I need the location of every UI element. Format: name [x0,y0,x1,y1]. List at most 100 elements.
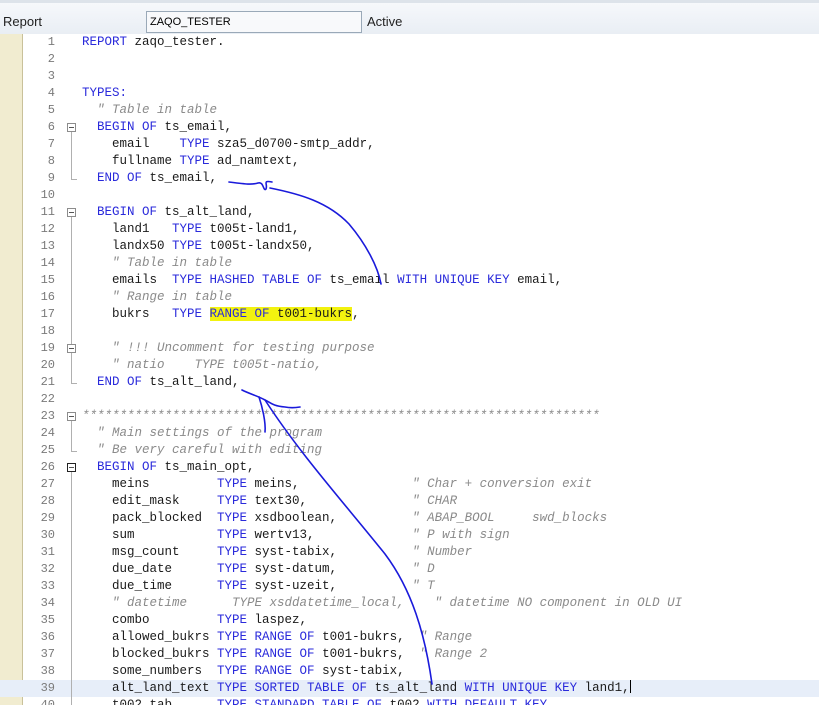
code-line[interactable]: 5 " Table in table [0,102,819,119]
code-line[interactable]: 11 BEGIN OF ts_alt_land, [0,204,819,221]
code-line[interactable]: 31 msg_count TYPE syst-tabix, " Number [0,544,819,561]
code-line[interactable]: 38 some_numbers TYPE RANGE OF syst-tabix… [0,663,819,680]
code-line[interactable]: 25 " Be very careful with editing [0,442,819,459]
code-text[interactable]: BEGIN OF ts_alt_land, [82,204,255,221]
code-text[interactable]: msg_count TYPE syst-tabix, " Number [82,544,472,561]
code-text[interactable]: BEGIN OF ts_main_opt, [82,459,255,476]
code-text[interactable]: " natio TYPE t005t-natio, [82,357,322,374]
code-line[interactable]: 8 fullname TYPE ad_namtext, [0,153,819,170]
code-text[interactable]: BEGIN OF ts_email, [82,119,232,136]
code-line[interactable]: 22 [0,391,819,408]
code-token: syst-tabix, [254,545,413,559]
fold-toggle-icon[interactable] [67,123,76,132]
code-text[interactable]: pack_blocked TYPE xsdboolean, " ABAP_BOO… [82,510,607,527]
code-line[interactable]: 36 allowed_bukrs TYPE RANGE OF t001-bukr… [0,629,819,646]
line-number: 40 [40,698,55,705]
code-line[interactable]: 19 " !!! Uncomment for testing purpose [0,340,819,357]
code-line[interactable]: 20 " natio TYPE t005t-natio, [0,357,819,374]
code-text[interactable]: landx50 TYPE t005t-landx50, [82,238,315,255]
code-line[interactable]: 35 combo TYPE laspez, [0,612,819,629]
code-line[interactable]: 1 REPORT zaqo_tester. [0,34,819,51]
code-token: BEGIN OF [82,120,165,134]
code-token: combo [82,613,218,627]
fold-toggle-icon[interactable] [67,463,76,472]
code-line[interactable]: 34 " datetime TYPE xsddatetime_local, " … [0,595,819,612]
code-text[interactable]: " !!! Uncomment for testing purpose [82,340,375,357]
code-text[interactable]: " Table in table [82,255,232,272]
code-text[interactable]: alt_land_text TYPE SORTED TABLE OF ts_al… [82,680,631,697]
code-token: t005t-landx50, [209,239,315,253]
code-text[interactable]: emails TYPE HASHED TABLE OF ts_email WIT… [82,272,562,289]
code-text[interactable]: meins TYPE meins, " Char + conversion ex… [82,476,592,493]
code-line[interactable]: 2 [0,51,819,68]
code-line[interactable]: 7 email TYPE sza5_d0700-smtp_addr, [0,136,819,153]
code-line[interactable]: 9 END OF ts_email, [0,170,819,187]
code-line[interactable]: 15 emails TYPE HASHED TABLE OF ts_email … [0,272,819,289]
code-text[interactable]: sum TYPE wertv13, " P with sign [82,527,510,544]
code-text[interactable]: " datetime TYPE xsddatetime_local, " dat… [82,595,682,612]
code-text[interactable]: bukrs TYPE RANGE OF t001-bukrs, [82,306,360,323]
fold-toggle-icon[interactable] [67,208,76,217]
code-line[interactable]: 33 due_time TYPE syst-uzeit, " T [0,578,819,595]
code-token: BEGIN OF [82,205,165,219]
code-line[interactable]: 28 edit_mask TYPE text30, " CHAR [0,493,819,510]
code-text[interactable]: edit_mask TYPE text30, " CHAR [82,493,457,510]
code-token: " datetime TYPE xsddatetime_local, " dat… [82,596,683,610]
code-text[interactable]: land1 TYPE t005t-land1, [82,221,300,238]
code-text[interactable]: ****************************************… [82,408,600,425]
code-line[interactable]: 17 bukrs TYPE RANGE OF t001-bukrs, [0,306,819,323]
code-line[interactable]: 6 BEGIN OF ts_email, [0,119,819,136]
code-text[interactable]: combo TYPE laspez, [82,612,307,629]
code-text[interactable]: " Range in table [82,289,232,306]
code-token: ****************************************… [82,409,600,423]
fold-toggle-icon[interactable] [67,412,76,421]
fold-toggle-icon[interactable] [67,344,76,353]
code-text[interactable]: " Be very careful with editing [82,442,322,459]
code-text[interactable]: due_date TYPE syst-datum, " D [82,561,435,578]
line-number: 3 [47,69,55,83]
code-token: TYPE [179,154,218,168]
code-text[interactable]: " Main settings of the program [82,425,322,442]
code-text[interactable]: END OF ts_email, [82,170,217,187]
code-token: " Range in table [82,290,233,304]
code-line[interactable]: 13 landx50 TYPE t005t-landx50, [0,238,819,255]
code-line[interactable]: 40 t002_tab TYPE STANDARD TABLE OF t002 … [0,697,819,705]
code-token: TYPE SORTED TABLE OF [217,681,375,695]
code-line[interactable]: 39 alt_land_text TYPE SORTED TABLE OF ts… [0,680,819,697]
code-line[interactable]: 14 " Table in table [0,255,819,272]
code-line[interactable]: 4 TYPES: [0,85,819,102]
code-text[interactable]: email TYPE sza5_d0700-smtp_addr, [82,136,375,153]
code-text[interactable]: TYPES: [82,85,127,102]
code-line[interactable]: 16 " Range in table [0,289,819,306]
code-token: TYPE RANGE OF [217,664,323,678]
code-token: " Char + conversion exit [412,477,593,491]
code-token: landx50 [82,239,173,253]
code-line[interactable]: 24 " Main settings of the program [0,425,819,442]
program-name-field[interactable] [146,11,362,33]
code-line[interactable]: 37 blocked_bukrs TYPE RANGE OF t001-bukr… [0,646,819,663]
code-line[interactable]: 32 due_date TYPE syst-datum, " D [0,561,819,578]
code-text[interactable]: due_time TYPE syst-uzeit, " T [82,578,435,595]
code-text[interactable]: some_numbers TYPE RANGE OF syst-tabix, [82,663,405,680]
code-line[interactable]: 26 BEGIN OF ts_main_opt, [0,459,819,476]
code-line[interactable]: 21 END OF ts_alt_land, [0,374,819,391]
code-text[interactable]: " Table in table [82,102,217,119]
code-text[interactable]: END OF ts_alt_land, [82,374,240,391]
code-text[interactable]: allowed_bukrs TYPE RANGE OF t001-bukrs, … [82,629,472,646]
abap-code-editor[interactable]: 1 REPORT zaqo_tester. 2 3 4 TYPES: 5 " Table i… [0,34,819,705]
code-line[interactable]: 3 [0,68,819,85]
code-text[interactable]: t002_tab TYPE STANDARD TABLE OF t002 WIT… [82,697,547,705]
code-text[interactable]: blocked_bukrs TYPE RANGE OF t001-bukrs, … [82,646,487,663]
line-number: 16 [40,290,55,304]
code-line[interactable]: 18 [0,323,819,340]
code-line[interactable]: 23 **************************************… [0,408,819,425]
code-line[interactable]: 10 [0,187,819,204]
code-token: WITH UNIQUE KEY [397,273,518,287]
code-line[interactable]: 27 meins TYPE meins, " Char + conversion… [0,476,819,493]
code-line[interactable]: 30 sum TYPE wertv13, " P with sign [0,527,819,544]
code-text[interactable]: fullname TYPE ad_namtext, [82,153,300,170]
code-line[interactable]: 12 land1 TYPE t005t-land1, [0,221,819,238]
code-line[interactable]: 29 pack_blocked TYPE xsdboolean, " ABAP_… [0,510,819,527]
code-text[interactable]: REPORT zaqo_tester. [82,34,225,51]
code-token: TYPE [217,562,255,576]
